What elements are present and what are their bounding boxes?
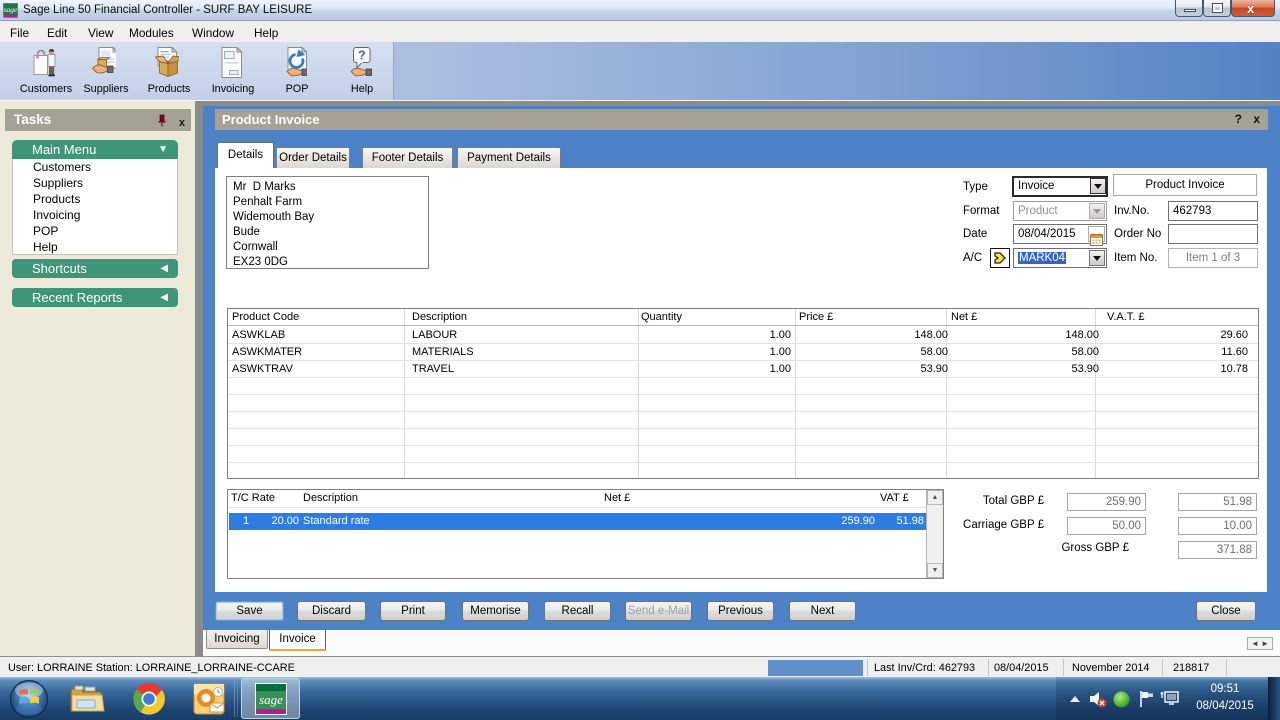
svg-text:?: ? bbox=[358, 48, 366, 62]
svg-text:sage: sage bbox=[259, 692, 283, 707]
svg-text:sage: sage bbox=[4, 5, 18, 14]
